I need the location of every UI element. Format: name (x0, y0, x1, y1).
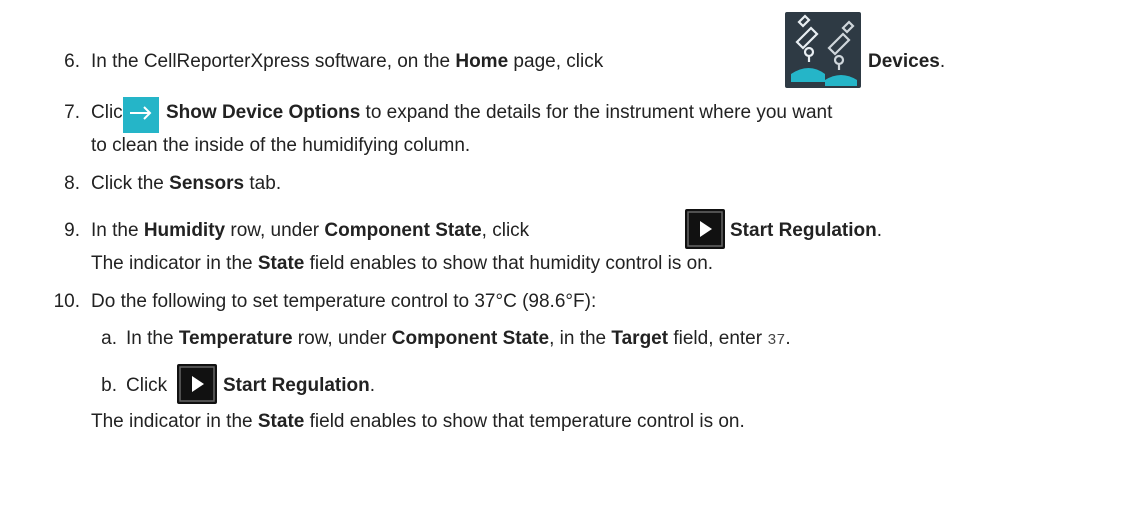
step-number: 8. (64, 173, 80, 194)
step-text: page, click (508, 51, 604, 72)
ui-term-show-device-options: Show Device Options (166, 102, 361, 123)
step-text: row, under (225, 220, 325, 241)
procedure-page: 6. In the CellReporterXpress software, o… (0, 0, 1124, 522)
ui-term-humidity: Humidity (143, 220, 226, 241)
ui-term-state: State (257, 253, 305, 274)
step-text: . (369, 375, 376, 396)
step-text: , click (481, 220, 530, 241)
ui-term-component-state: Component State (391, 328, 550, 349)
step-6-text: In the CellReporterXpress software, on t… (91, 50, 603, 74)
step-text: to expand the details for the instrument… (360, 102, 833, 123)
step-8-text: Click the Sensors tab. (91, 172, 281, 196)
step-text: field enables to show that temperature c… (304, 411, 745, 432)
step-text: . (939, 51, 946, 72)
substep-b-tail: Start Regulation. (223, 374, 375, 398)
step-number: 6. (64, 51, 80, 72)
step-10-text: Do the following to set temperature cont… (91, 291, 597, 312)
step-6-tail: Devices. (868, 50, 945, 74)
play-icon (177, 364, 217, 404)
step-10-result: The indicator in the State field enables… (91, 410, 745, 434)
arrow-right-icon (123, 97, 159, 133)
step-text: field enables to show that humidity cont… (304, 253, 714, 274)
step-number: 10. (53, 291, 80, 312)
ui-term-start-regulation: Start Regulation (730, 220, 877, 241)
step-7-line2: to clean the inside of the humidifying c… (91, 135, 471, 156)
step-text: In the (91, 220, 144, 241)
ui-term-start-regulation: Start Regulation (223, 375, 370, 396)
devices-icon (785, 12, 861, 88)
ui-term-component-state: Component State (324, 220, 482, 241)
code-value: 37 (767, 332, 786, 349)
step-9-tail: Start Regulation. (730, 219, 882, 243)
substep-a-text: In the Temperature row, under Component … (126, 327, 791, 353)
step-text: The indicator in the (91, 411, 258, 432)
ui-term-home: Home (455, 51, 509, 72)
play-icon (685, 209, 725, 249)
substep-b-pre: Click (126, 374, 167, 398)
step-text: Click the (91, 173, 170, 194)
step-text: Click (126, 375, 168, 396)
step-text: The indicator in the (91, 253, 258, 274)
ui-term-state: State (257, 411, 305, 432)
ui-term-sensors: Sensors (169, 173, 245, 194)
step-7-text: Show Device Options to expand the detail… (166, 101, 832, 125)
step-text: tab. (244, 173, 282, 194)
step-number: 9. (64, 220, 80, 241)
step-9-result: The indicator in the State field enables… (91, 252, 713, 276)
substep-letter: b. (101, 375, 117, 396)
substep-letter: a. (101, 328, 117, 349)
step-text: field, enter (668, 328, 768, 349)
step-9-text: In the Humidity row, under Component Sta… (91, 219, 529, 243)
step-text: . (785, 328, 791, 349)
ui-term-temperature: Temperature (178, 328, 293, 349)
step-text: In the (126, 328, 179, 349)
step-text: In the CellReporterXpress software, on t… (91, 51, 456, 72)
step-number: 7. (64, 102, 80, 123)
ui-term-target: Target (611, 328, 669, 349)
step-text: , in the (549, 328, 612, 349)
step-text: row, under (292, 328, 392, 349)
step-text: . (876, 220, 883, 241)
ui-term-devices: Devices (868, 51, 940, 72)
